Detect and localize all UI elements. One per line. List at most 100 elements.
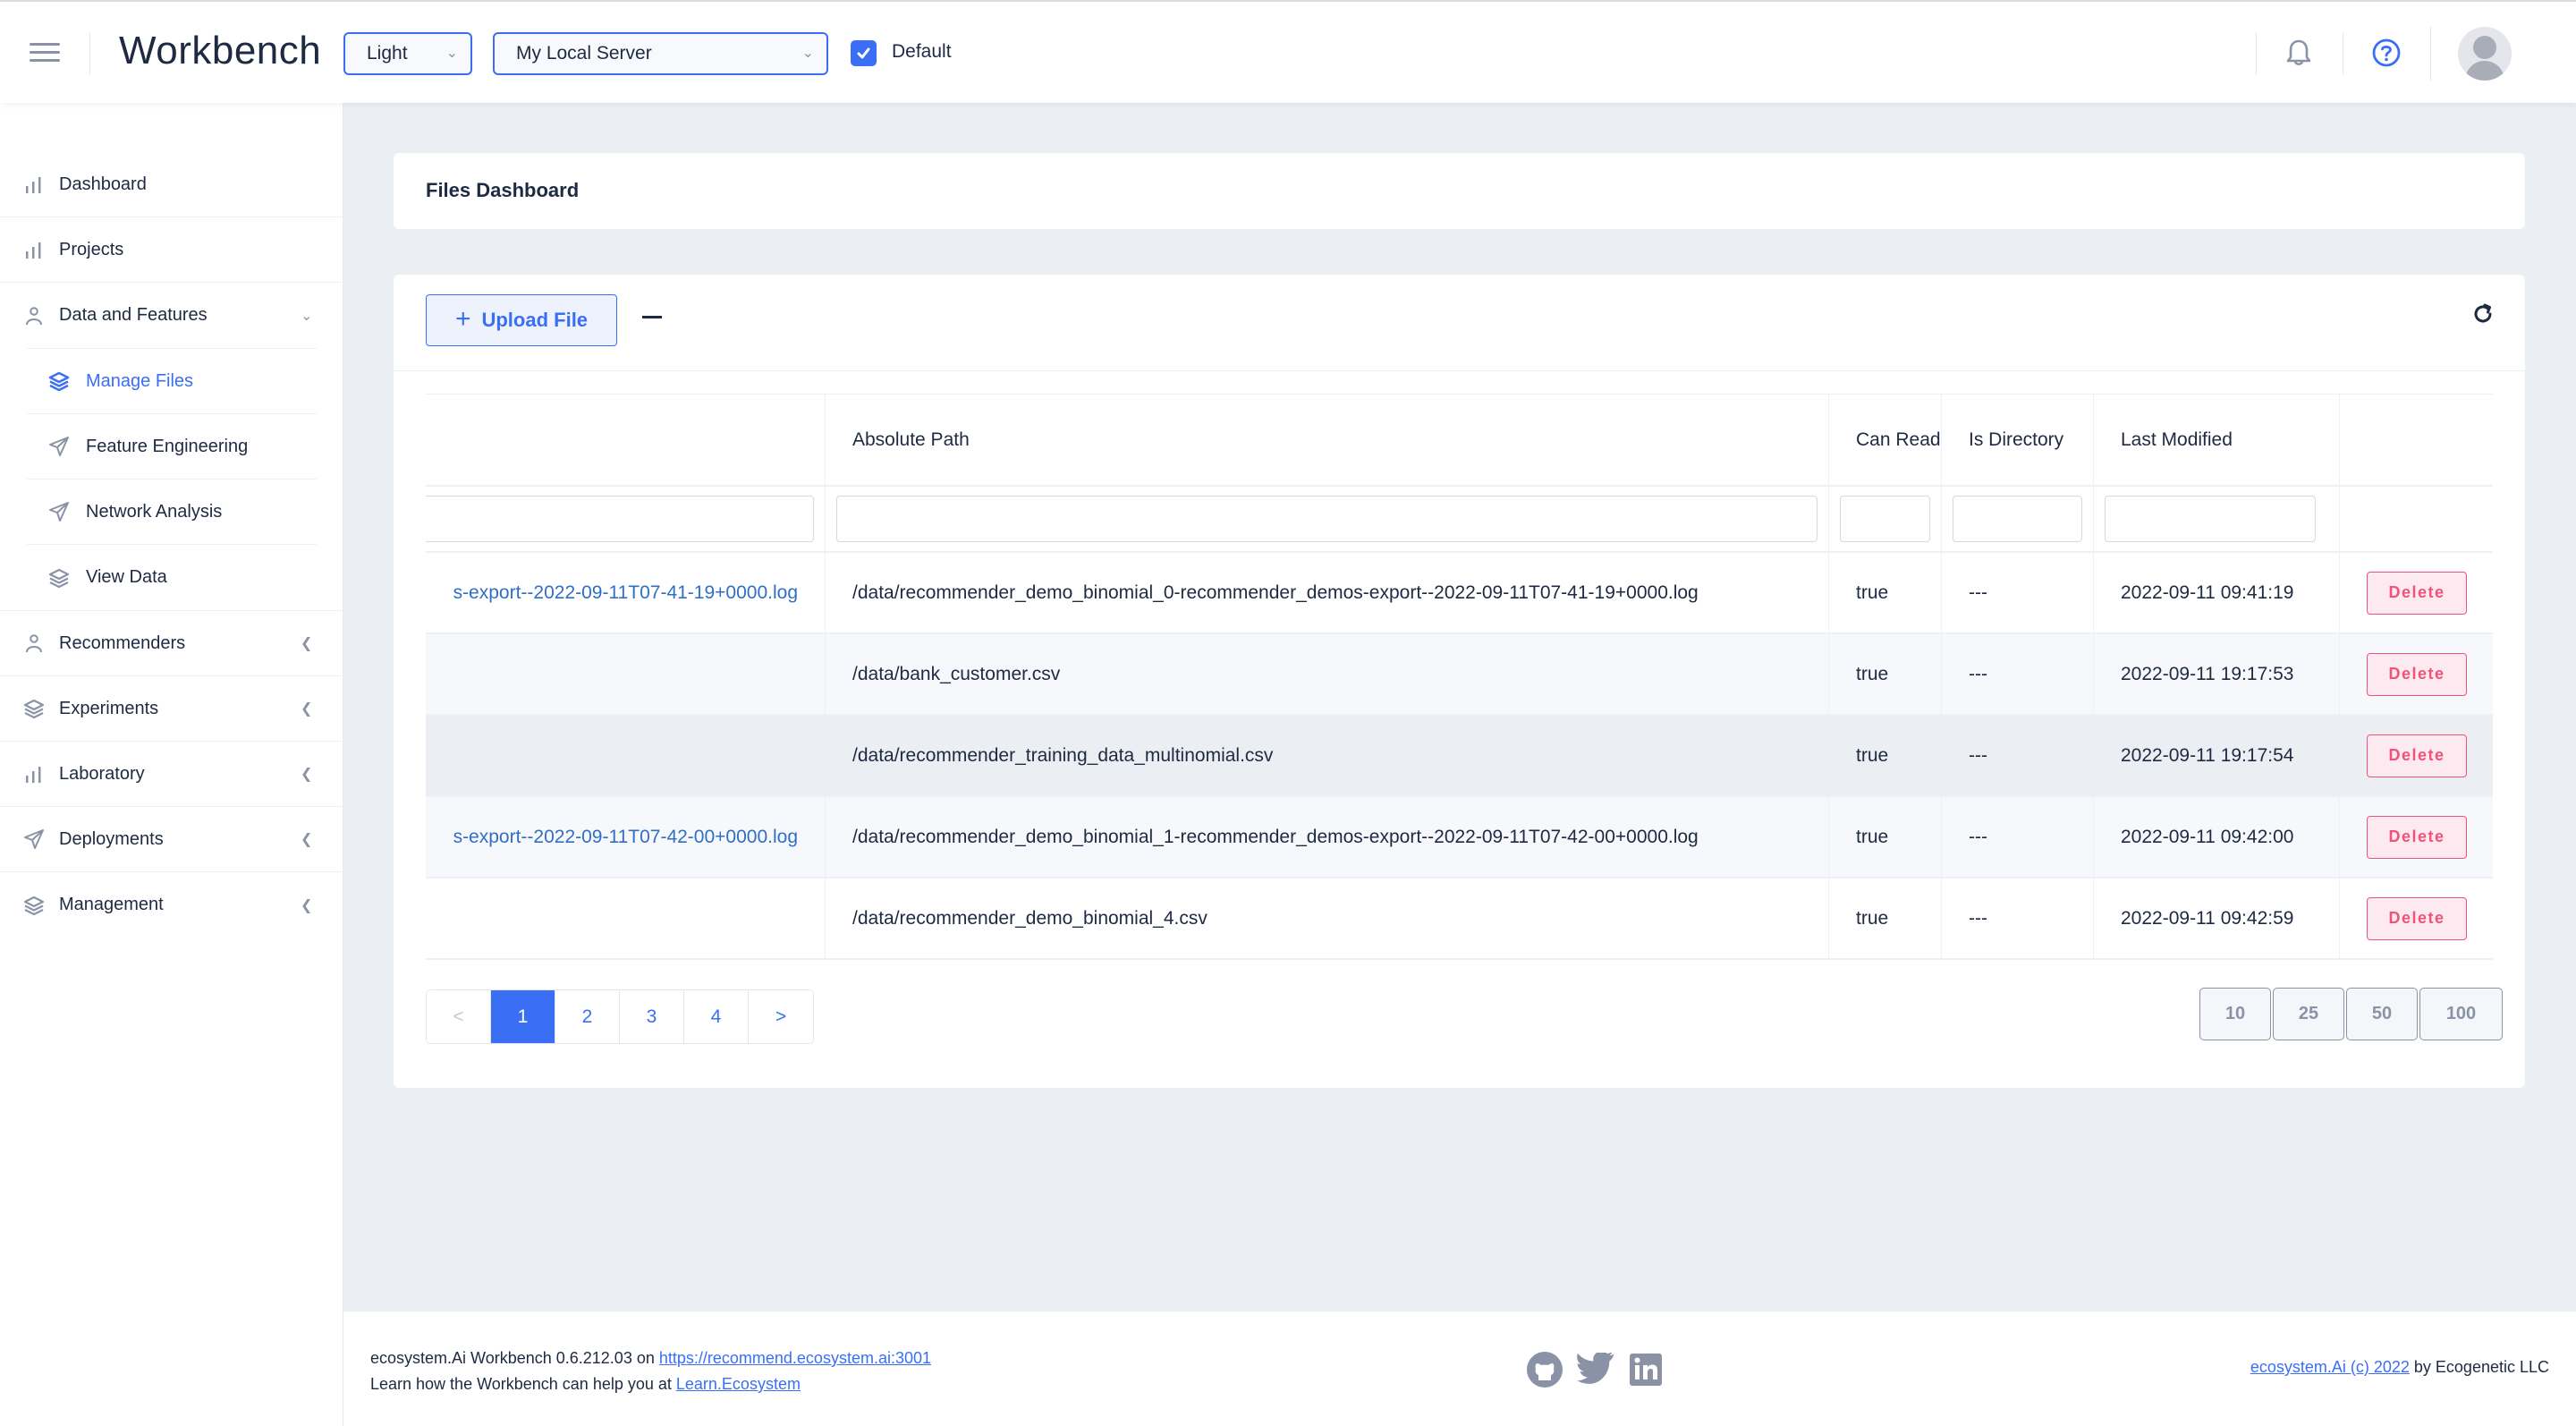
sidebar-item-recommenders[interactable]: Recommenders ❮ — [0, 611, 343, 676]
file-name-link[interactable]: s-export--2022-09-11T07-42-00+0000.log — [426, 797, 826, 877]
sidebar-item-experiments[interactable]: Experiments ❮ — [0, 676, 343, 742]
sidebar-item-feature-engineering[interactable]: Feature Engineering — [27, 414, 317, 480]
upload-file-button[interactable]: + Upload File — [426, 294, 617, 346]
footer-info: ecosystem.Ai Workbench 0.6.212.03 on htt… — [370, 1345, 931, 1397]
page-size-25-button[interactable]: 25 — [2273, 988, 2344, 1040]
page-button-3[interactable]: 3 — [620, 990, 684, 1043]
page-size-10-button[interactable]: 10 — [2199, 988, 2271, 1040]
filter-can-read-input[interactable] — [1840, 496, 1930, 542]
layers-icon — [48, 370, 70, 392]
divider — [394, 370, 2525, 371]
filter-path-input[interactable] — [836, 496, 1818, 542]
theme-select[interactable]: Light ⌄ — [343, 32, 472, 75]
can-read: true — [1829, 716, 1942, 795]
sidebar-item-laboratory[interactable]: Laboratory ❮ — [0, 742, 343, 807]
filter-cell — [1942, 487, 2094, 551]
bar-chart-icon — [23, 763, 45, 785]
bar-chart-icon — [23, 174, 45, 195]
can-read: true — [1829, 797, 1942, 877]
send-icon — [48, 436, 70, 457]
sidebar-item-dashboard[interactable]: Dashboard — [0, 152, 343, 217]
sidebar-item-manage-files[interactable]: Manage Files — [27, 349, 317, 414]
chevron-left-icon: ❮ — [301, 832, 313, 847]
table-row[interactable]: s-export--2022-09-11T07-41-19+0000.log /… — [426, 553, 2493, 634]
filter-last-modified-input[interactable] — [2105, 496, 2316, 542]
column-header-can-read[interactable]: Can Read — [1829, 395, 1942, 485]
sidebar-item-management[interactable]: Management ❮ — [0, 872, 343, 938]
github-icon[interactable] — [1526, 1351, 1563, 1393]
notifications-bell-icon[interactable] — [2285, 38, 2312, 72]
sidebar-item-deployments[interactable]: Deployments ❮ — [0, 807, 343, 872]
table-row[interactable]: /data/bank_customer.csv true --- 2022-09… — [426, 634, 2493, 716]
checkmark-icon — [857, 47, 870, 59]
sidebar-item-view-data[interactable]: View Data — [27, 545, 317, 610]
bar-chart-icon — [23, 239, 45, 260]
actions-cell: Delete — [2340, 797, 2493, 877]
twitter-icon[interactable] — [1576, 1351, 1617, 1391]
can-read: true — [1829, 553, 1942, 632]
server-link[interactable]: https://recommend.ecosystem.ai:3001 — [659, 1349, 931, 1367]
filter-is-directory-input[interactable] — [1953, 496, 2082, 542]
help-icon[interactable] — [2371, 38, 2402, 72]
table-row[interactable]: s-export--2022-09-11T07-42-00+0000.log /… — [426, 797, 2493, 879]
file-name-link[interactable] — [426, 634, 826, 714]
column-header-name[interactable] — [426, 395, 826, 485]
absolute-path: /data/bank_customer.csv — [826, 634, 1829, 714]
server-select[interactable]: My Local Server ⌄ — [493, 32, 828, 75]
filter-cell — [1829, 487, 1942, 551]
header-divider — [89, 32, 90, 75]
header-divider — [2430, 27, 2431, 81]
file-name-link[interactable] — [426, 879, 826, 958]
default-checkbox-label: Default — [892, 41, 952, 62]
page-size-50-button[interactable]: 50 — [2346, 988, 2418, 1040]
delete-button[interactable]: Delete — [2367, 896, 2467, 940]
next-page-button[interactable]: > — [749, 990, 813, 1043]
default-checkbox[interactable] — [851, 40, 877, 66]
chevron-left-icon: ❮ — [301, 701, 313, 717]
filter-name-input[interactable] — [426, 496, 814, 542]
page-size-selector: 10 25 50 100 — [2199, 988, 2503, 1040]
filter-cell — [2340, 487, 2493, 551]
layers-icon — [48, 567, 70, 589]
page-button-1[interactable]: 1 — [491, 990, 555, 1043]
table-row[interactable]: /data/recommender_demo_binomial_4.csv tr… — [426, 879, 2493, 960]
user-avatar[interactable] — [2458, 27, 2512, 81]
user-icon — [23, 305, 45, 327]
sidebar-item-network-analysis[interactable]: Network Analysis — [27, 480, 317, 545]
absolute-path: /data/recommender_demo_binomial_1-recomm… — [826, 797, 1829, 877]
refresh-icon[interactable] — [2470, 301, 2496, 331]
page-button-4[interactable]: 4 — [684, 990, 749, 1043]
delete-button[interactable]: Delete — [2367, 815, 2467, 859]
linkedin-icon[interactable] — [1630, 1353, 1662, 1391]
learn-ecosystem-link[interactable]: Learn.Ecosystem — [676, 1375, 801, 1393]
last-modified: 2022-09-11 19:17:54 — [2094, 716, 2340, 795]
copyright-link[interactable]: ecosystem.Ai (c) 2022 — [2250, 1358, 2410, 1376]
sidebar-item-data-and-features[interactable]: Data and Features ⌄ — [0, 283, 343, 348]
delete-button[interactable]: Delete — [2367, 652, 2467, 696]
chevron-left-icon: ❮ — [301, 636, 313, 651]
table-row[interactable]: /data/recommender_training_data_multinom… — [426, 716, 2493, 797]
column-header-is-directory[interactable]: Is Directory — [1942, 395, 2094, 485]
prev-page-button[interactable]: < — [427, 990, 491, 1043]
filter-cell — [2094, 487, 2340, 551]
file-name-link[interactable] — [426, 716, 826, 795]
sidebar: Dashboard Projects Data and Features ⌄ M… — [0, 103, 343, 1426]
actions-cell: Delete — [2340, 879, 2493, 958]
column-header-last-modified[interactable]: Last Modified — [2094, 395, 2340, 485]
delete-button[interactable]: Delete — [2367, 734, 2467, 777]
file-name-link[interactable]: s-export--2022-09-11T07-41-19+0000.log — [426, 553, 826, 632]
page-size-100-button[interactable]: 100 — [2419, 988, 2503, 1040]
can-read: true — [1829, 879, 1942, 958]
column-header-absolute-path[interactable]: Absolute Path — [826, 395, 1829, 485]
table-filter-row — [426, 487, 2493, 553]
social-links — [1526, 1351, 1662, 1393]
collapse-minus-icon[interactable] — [642, 316, 662, 318]
actions-cell: Delete — [2340, 716, 2493, 795]
delete-button[interactable]: Delete — [2367, 571, 2467, 615]
menu-icon[interactable] — [30, 43, 60, 64]
sidebar-item-label: Network Analysis — [86, 501, 223, 522]
sidebar-item-projects[interactable]: Projects — [0, 217, 343, 283]
sidebar-item-label: Feature Engineering — [86, 436, 249, 456]
last-modified: 2022-09-11 09:42:59 — [2094, 879, 2340, 958]
page-button-2[interactable]: 2 — [555, 990, 620, 1043]
